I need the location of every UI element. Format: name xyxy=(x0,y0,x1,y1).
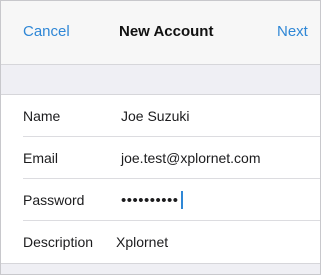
password-masked-value: •••••••••• xyxy=(121,191,179,209)
password-input[interactable]: •••••••••• xyxy=(121,189,183,211)
password-field-row[interactable]: Password •••••••••• xyxy=(1,179,320,221)
email-label: Email xyxy=(23,150,59,166)
text-cursor xyxy=(180,191,183,209)
name-label: Name xyxy=(23,108,61,124)
description-input[interactable]: Xplornet xyxy=(116,234,168,250)
account-form: Name Joe Suzuki Email joe.test@xplornet.… xyxy=(1,94,320,264)
email-field-row[interactable]: Email joe.test@xplornet.com xyxy=(1,137,320,179)
name-input[interactable]: Joe Suzuki xyxy=(121,108,189,124)
new-account-screen: Cancel New Account Next Name Joe Suzuki … xyxy=(0,0,321,275)
navigation-bar: Cancel New Account Next xyxy=(1,1,320,65)
next-button[interactable]: Next xyxy=(277,23,308,40)
cancel-button[interactable]: Cancel xyxy=(23,23,70,40)
name-field-row[interactable]: Name Joe Suzuki xyxy=(1,95,320,137)
email-input[interactable]: joe.test@xplornet.com xyxy=(121,150,261,166)
description-label: Description xyxy=(23,234,94,250)
description-field-row[interactable]: Description Xplornet xyxy=(1,221,320,263)
password-label: Password xyxy=(23,192,85,208)
page-title: New Account xyxy=(119,23,214,40)
